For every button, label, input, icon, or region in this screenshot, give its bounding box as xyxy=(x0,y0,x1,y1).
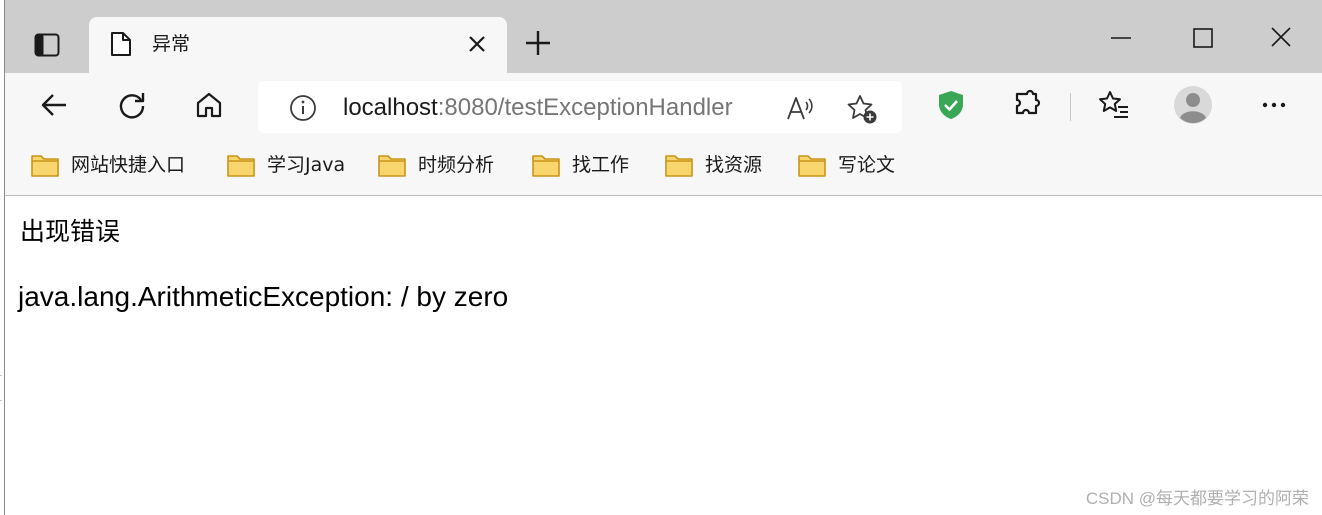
favorite-folder[interactable]: 找资源 xyxy=(664,150,762,180)
extensions-icon[interactable] xyxy=(1012,89,1044,121)
favorite-label: 网站快捷入口 xyxy=(71,154,186,176)
favorite-folder[interactable]: 写论文 xyxy=(797,150,895,180)
favorite-folder[interactable]: 网站快捷入口 xyxy=(30,150,185,180)
watermark: CSDN @每天都要学习的阿荣 xyxy=(1085,489,1309,508)
minimize-icon[interactable] xyxy=(1103,22,1139,52)
favorite-label: 找工作 xyxy=(572,154,630,176)
tab-strip: 异常 xyxy=(5,0,1322,73)
browser-window: 异常 localhost:8080/testExceptionHandler 网… xyxy=(4,0,1322,515)
favorite-folder[interactable]: 学习Java xyxy=(226,150,345,180)
favorite-label: 学习Java xyxy=(267,154,346,176)
favorites-icon[interactable] xyxy=(1098,89,1130,121)
favorite-label: 找资源 xyxy=(705,154,763,176)
back-icon[interactable] xyxy=(38,89,70,121)
refresh-icon[interactable] xyxy=(116,89,148,121)
tab-actions-icon[interactable] xyxy=(27,30,67,60)
read-aloud-icon[interactable] xyxy=(785,93,815,123)
info-icon[interactable] xyxy=(288,93,318,123)
favorites-bar: 网站快捷入口 学习Java 时频分析 找工作 找资源 写论文 xyxy=(5,137,1322,196)
close-icon[interactable] xyxy=(1263,22,1299,52)
folder-icon xyxy=(532,155,560,177)
favorite-label: 写论文 xyxy=(838,154,896,176)
favorite-label: 时频分析 xyxy=(418,154,495,176)
tab-title: 异常 xyxy=(152,33,191,55)
folder-icon xyxy=(31,155,59,177)
add-favorite-icon[interactable] xyxy=(846,93,878,125)
favorite-folder[interactable]: 时频分析 xyxy=(377,150,494,180)
profile-icon[interactable] xyxy=(1173,85,1213,125)
favorite-folder[interactable]: 找工作 xyxy=(531,150,629,180)
folder-icon xyxy=(378,155,406,177)
address-bar[interactable]: localhost:8080/testExceptionHandler xyxy=(258,81,902,133)
url-text[interactable]: localhost:8080/testExceptionHandler xyxy=(343,93,733,123)
maximize-icon[interactable] xyxy=(1185,22,1221,52)
page-content: 出现错误 java.lang.ArithmeticException: / by… xyxy=(5,197,1322,515)
tab-active[interactable]: 异常 xyxy=(89,17,507,73)
home-icon[interactable] xyxy=(193,89,225,121)
folder-icon xyxy=(798,155,826,177)
more-icon[interactable] xyxy=(1258,89,1290,121)
close-tab-icon[interactable] xyxy=(464,31,490,57)
error-heading: 出现错误 xyxy=(20,217,121,246)
page-icon xyxy=(109,31,133,57)
folder-icon xyxy=(227,155,255,177)
toolbar: localhost:8080/testExceptionHandler xyxy=(5,73,1322,137)
toolbar-separator xyxy=(1070,93,1071,121)
url-port-path: :8080/testExceptionHandler xyxy=(437,94,733,121)
url-host: localhost xyxy=(343,94,438,121)
exception-message: java.lang.ArithmeticException: / by zero xyxy=(18,281,509,312)
shield-check-icon[interactable] xyxy=(935,89,967,121)
edge-divider xyxy=(0,375,2,401)
folder-icon xyxy=(665,155,693,177)
new-tab-icon[interactable] xyxy=(523,28,553,58)
